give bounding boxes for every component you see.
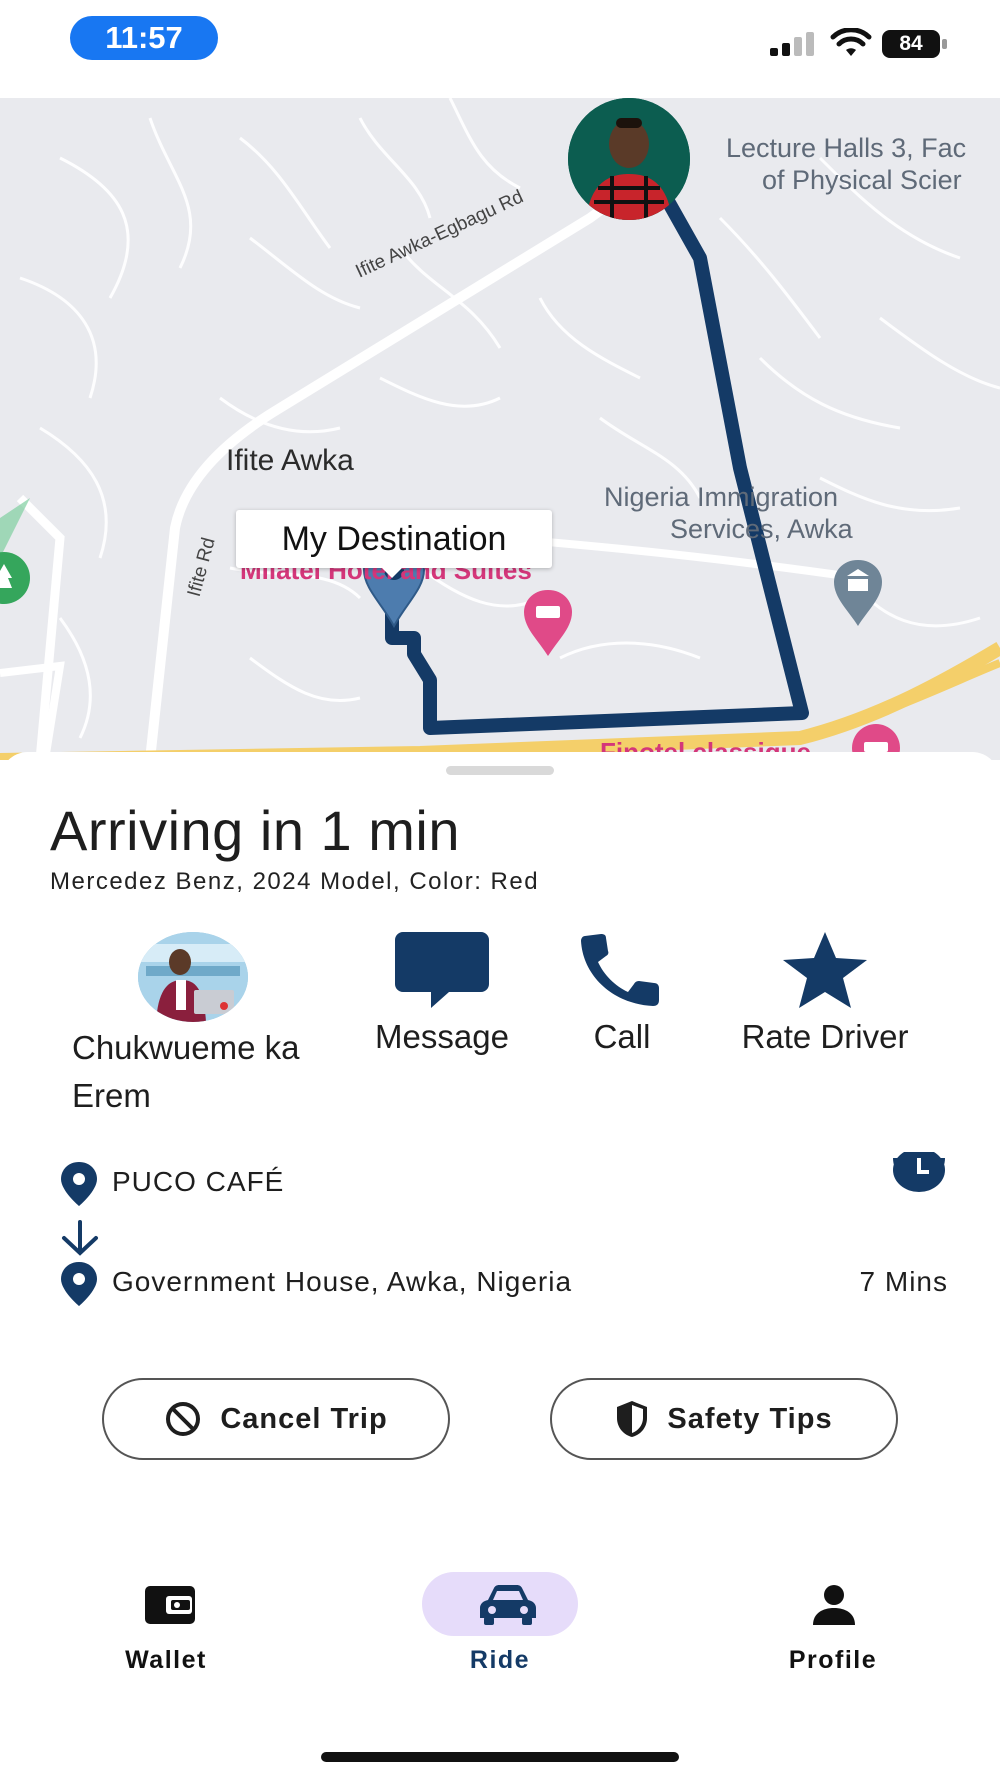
arrow-down-icon	[62, 1220, 98, 1256]
cellular-signal-icon	[770, 32, 814, 56]
message-button[interactable]: Message	[352, 932, 532, 1061]
driver-location-avatar[interactable]	[568, 98, 690, 220]
battery-level: 84	[882, 30, 940, 58]
bottom-navigation: Wallet Ride Profile	[0, 1572, 1000, 1692]
map-label-immigration-awka: Services, Awka	[670, 514, 853, 544]
call-label: Call	[593, 1018, 651, 1055]
call-button[interactable]: Call	[566, 932, 678, 1061]
block-icon	[166, 1402, 201, 1436]
star-icon	[783, 932, 867, 1008]
nav-label-profile: Profile	[788, 1646, 878, 1674]
nav-item-wallet[interactable]: Wallet	[66, 1572, 266, 1675]
status-time: 11:57	[70, 16, 218, 60]
map-view[interactable]: Lecture Halls 3, Fac of Physical Scier I…	[0, 98, 1000, 760]
cancel-trip-label: Cancel Trip	[220, 1402, 388, 1435]
message-label: Message	[375, 1018, 509, 1055]
trip-route: PUCO CAFÉ Government House, Awka, Nigeri…	[0, 1152, 1000, 1322]
phone-icon	[581, 934, 659, 1006]
battery-icon: 84	[882, 30, 948, 58]
shield-icon	[617, 1401, 648, 1437]
sheet-drag-handle[interactable]	[446, 766, 554, 775]
status-bar: 11:57 84	[0, 0, 1000, 98]
message-icon	[395, 932, 489, 1008]
dropoff-pin-icon	[61, 1262, 97, 1306]
wallet-icon	[145, 1586, 195, 1624]
car-info: Mercedez Benz, 2024 Model, Color: Red	[50, 868, 540, 895]
driver-avatar[interactable]	[138, 932, 248, 1022]
nav-ride-active-indicator	[422, 1572, 578, 1636]
driver-name[interactable]: Chukwueme ka Erem	[72, 1024, 312, 1120]
driver-actions: Chukwueme ka Erem Message Call Rate Driv…	[0, 932, 1000, 1122]
nav-label-wallet: Wallet	[125, 1646, 207, 1674]
person-icon	[813, 1585, 855, 1625]
dropoff-location: Government House, Awka, Nigeria	[112, 1266, 573, 1297]
nav-label-ride: Ride	[469, 1646, 531, 1674]
map-label-lecture-halls: Lecture Halls 3, Fac	[726, 133, 967, 163]
rate-driver-button[interactable]: Rate Driver	[720, 932, 930, 1061]
map-label-ifite-awka: Ifite Awka	[226, 444, 354, 477]
trip-eta: 7 Mins	[859, 1266, 948, 1297]
pickup-pin-icon	[61, 1162, 97, 1206]
safety-tips-button[interactable]: Safety Tips	[550, 1378, 898, 1460]
map-label-physical-sciences: of Physical Scier	[762, 165, 962, 195]
map-label-immigration: Nigeria Immigration	[604, 482, 839, 512]
trip-bottom-sheet: Arriving in 1 min Mercedez Benz, 2024 Mo…	[0, 752, 1000, 1778]
home-indicator	[321, 1752, 679, 1762]
nav-item-profile[interactable]: Profile	[733, 1572, 933, 1675]
safety-tips-label: Safety Tips	[667, 1402, 833, 1435]
nav-item-ride[interactable]: Ride	[400, 1572, 600, 1675]
cancel-trip-button[interactable]: Cancel Trip	[102, 1378, 450, 1460]
wifi-icon	[830, 28, 872, 56]
car-icon	[480, 1585, 536, 1625]
rate-driver-label: Rate Driver	[741, 1018, 909, 1055]
destination-tag[interactable]: My Destination	[236, 510, 552, 578]
arrival-title: Arriving in 1 min	[50, 799, 460, 862]
pickup-location: PUCO CAFÉ	[112, 1166, 285, 1197]
clock-icon	[893, 1152, 945, 1192]
